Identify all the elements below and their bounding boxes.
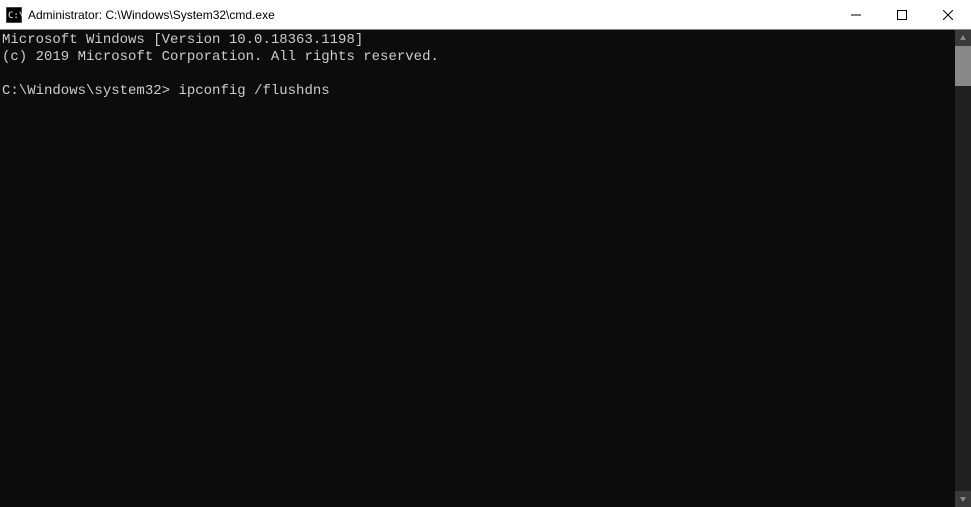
scroll-thumb[interactable] xyxy=(955,46,971,86)
titlebar-left: C:\ Administrator: C:\Windows\System32\c… xyxy=(6,7,275,23)
minimize-button[interactable] xyxy=(833,0,879,29)
cmd-icon: C:\ xyxy=(6,7,22,23)
scroll-up-arrow-icon[interactable] xyxy=(955,30,971,46)
scroll-down-arrow-icon[interactable] xyxy=(955,491,971,507)
window-titlebar: C:\ Administrator: C:\Windows\System32\c… xyxy=(0,0,971,30)
terminal-command: ipconfig /flushdns xyxy=(178,83,329,99)
terminal-output[interactable]: Microsoft Windows [Version 10.0.18363.11… xyxy=(0,30,955,507)
svg-text:C:\: C:\ xyxy=(8,11,22,21)
window-controls xyxy=(833,0,971,29)
maximize-button[interactable] xyxy=(879,0,925,29)
close-button[interactable] xyxy=(925,0,971,29)
terminal-prompt: C:\Windows\system32> xyxy=(2,83,170,99)
vertical-scrollbar[interactable] xyxy=(955,30,971,507)
window-title: Administrator: C:\Windows\System32\cmd.e… xyxy=(28,8,275,22)
scroll-track[interactable] xyxy=(955,46,971,491)
terminal-line: (c) 2019 Microsoft Corporation. All righ… xyxy=(2,49,439,65)
terminal-line: Microsoft Windows [Version 10.0.18363.11… xyxy=(2,32,363,48)
terminal-area: Microsoft Windows [Version 10.0.18363.11… xyxy=(0,30,971,507)
